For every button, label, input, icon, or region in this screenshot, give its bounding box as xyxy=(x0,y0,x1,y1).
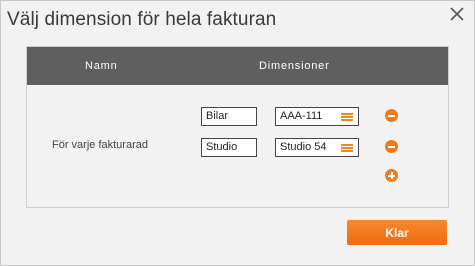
row-label: För varje fakturarad xyxy=(52,139,148,151)
remove-dimension-button-1[interactable] xyxy=(385,109,398,122)
close-icon[interactable] xyxy=(448,5,466,23)
dimension-dialog: Välj dimension för hela fakturan Namn Di… xyxy=(0,0,475,266)
table-header: Namn Dimensioner xyxy=(27,47,448,85)
dimension-value-text: AAA-111 xyxy=(280,110,323,122)
done-button[interactable]: Klar xyxy=(347,220,447,245)
remove-dimension-button-2[interactable] xyxy=(385,140,398,153)
list-menu-icon[interactable] xyxy=(341,144,353,152)
minus-circle-icon xyxy=(388,145,395,148)
column-header-dimensions: Dimensioner xyxy=(259,60,330,72)
minus-circle-icon xyxy=(388,114,395,117)
dialog-title: Välj dimension för hela fakturan xyxy=(7,9,277,30)
dimension-value-text: Studio 54 xyxy=(280,141,327,153)
dimension-field-bilar[interactable]: Bilar xyxy=(201,107,257,126)
dimension-field-studio[interactable]: Studio xyxy=(201,138,257,157)
dimension-table: Namn Dimensioner För varje fakturarad Bi… xyxy=(26,46,449,208)
add-dimension-button[interactable] xyxy=(385,169,398,182)
list-menu-icon[interactable] xyxy=(341,113,353,121)
dimension-value-field-2[interactable]: Studio 54 xyxy=(275,138,359,157)
dimension-value-field-1[interactable]: AAA-111 xyxy=(275,107,359,126)
column-header-name: Namn xyxy=(85,60,118,72)
